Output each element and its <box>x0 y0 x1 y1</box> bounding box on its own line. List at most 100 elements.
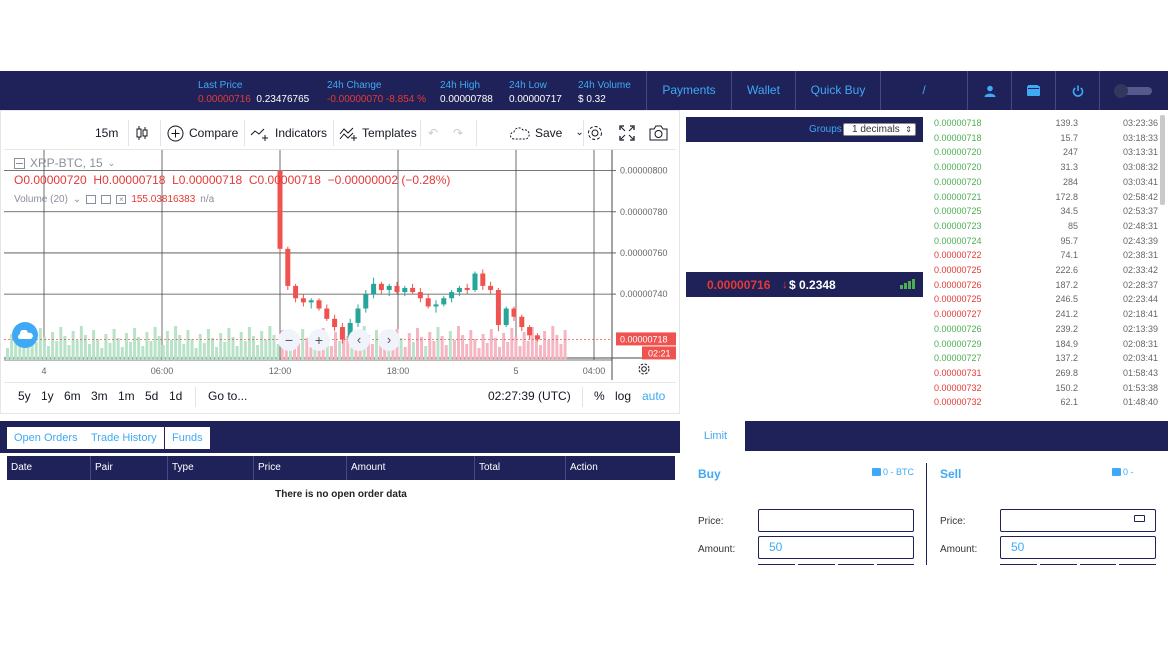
sell-balance[interactable]: 0 - <box>1112 467 1134 477</box>
trade-time: 02:38:31 <box>1122 250 1158 261</box>
x-tick-label: 04:00 <box>583 366 606 376</box>
trade-price: 0.00000725 <box>934 265 982 275</box>
volume-bar <box>518 346 522 360</box>
toggle-knob <box>1114 83 1128 98</box>
indicators-button[interactable]: Indicators <box>250 116 327 150</box>
buy-price-input[interactable] <box>758 509 914 532</box>
trade-time: 03:18:33 <box>1122 132 1158 143</box>
trade-list-scrollbar[interactable] <box>1160 115 1165 205</box>
interval-button[interactable]: 15m <box>95 116 118 150</box>
scroll-right-button[interactable]: › <box>378 329 400 351</box>
volume-bar <box>301 329 305 360</box>
volume-bar <box>112 329 116 360</box>
buy-heading: Buy <box>698 467 721 481</box>
settings-button[interactable] <box>586 116 604 150</box>
collapse-icon[interactable] <box>14 157 25 169</box>
trade-amount: 222.6 <box>1055 265 1078 275</box>
range-6m[interactable]: 6m <box>64 389 81 403</box>
camera-icon <box>649 125 668 141</box>
tab-open-orders[interactable]: Open Orders <box>7 427 85 449</box>
x-tick-label: 06:00 <box>151 366 174 376</box>
candle-body <box>441 298 447 305</box>
buy-balance[interactable]: 0 - BTC <box>872 467 914 477</box>
nav-language[interactable]: / <box>880 71 967 110</box>
buy-amount-input[interactable]: 50 <box>758 536 914 559</box>
trade-row: 0.00000718 139.3 03:23:36 <box>932 117 1158 132</box>
wallet-icon[interactable] <box>1011 71 1055 110</box>
volume-bar <box>243 341 247 360</box>
templates-button[interactable]: Templates <box>339 116 417 150</box>
nav-quick-buy[interactable]: Quick Buy <box>795 71 880 110</box>
chevron-down-icon[interactable]: ⌄ <box>108 158 116 169</box>
sell-amount-input[interactable]: 50 <box>1000 536 1156 559</box>
volume-bar <box>514 337 518 360</box>
zoom-out-button[interactable]: − <box>278 329 300 351</box>
settings-small-icon[interactable] <box>101 195 112 204</box>
tab-funds[interactable]: Funds <box>165 427 210 449</box>
candle-body <box>511 308 517 317</box>
power-icon[interactable] <box>1055 71 1099 110</box>
undo-button[interactable]: ↶ <box>428 116 438 150</box>
range-1m[interactable]: 1m <box>118 389 135 403</box>
fullscreen-button[interactable] <box>619 116 635 150</box>
trade-time: 02:23:44 <box>1122 294 1158 305</box>
theme-toggle[interactable] <box>1099 71 1168 110</box>
chart-symbol[interactable]: XRP-BTC, 15 <box>30 156 103 170</box>
axis-settings-icon[interactable] <box>637 362 651 381</box>
scroll-left-button[interactable]: ‹ <box>348 329 370 351</box>
tradingview-logo[interactable] <box>12 322 38 348</box>
trade-row: 0.00000725 246.5 02:23:44 <box>932 293 1158 308</box>
sell-price-input[interactable] <box>1000 509 1156 532</box>
range-3m[interactable]: 3m <box>91 389 108 403</box>
toggle-track <box>1114 83 1152 98</box>
zoom-in-button[interactable]: + <box>308 329 330 351</box>
x-tick-label: 12:00 <box>269 366 292 376</box>
candle-body <box>371 283 377 295</box>
nav-payments[interactable]: Payments <box>646 71 731 110</box>
groups-select[interactable]: 1 decimals ⇕ <box>843 123 916 136</box>
volume-bar <box>510 328 514 360</box>
y-tick-label: 0.00000800 <box>620 166 668 176</box>
toolbar-divider <box>420 120 421 146</box>
trade-amount: 241.2 <box>1055 309 1078 320</box>
change-label: 24h Change <box>327 80 382 91</box>
save-button[interactable]: Save ⌄ <box>510 116 584 150</box>
volume-bar <box>272 335 276 360</box>
snapshot-button[interactable] <box>649 116 668 150</box>
volume-bar <box>71 331 75 360</box>
candle-icon <box>136 126 148 140</box>
goto-button[interactable]: Go to... <box>208 389 247 403</box>
eye-icon[interactable] <box>86 195 97 204</box>
range-5y[interactable]: 5y <box>18 389 31 403</box>
buy-percent-buttons[interactable] <box>758 564 914 566</box>
chevron-down-icon[interactable]: ⌄ <box>73 194 81 205</box>
volume-bar <box>211 338 214 360</box>
range-1d[interactable]: 1d <box>169 389 182 403</box>
close-icon[interactable]: × <box>116 195 127 204</box>
nav-wallet[interactable]: Wallet <box>731 71 795 110</box>
redo-button[interactable]: ↷ <box>453 116 463 150</box>
compare-button[interactable]: Compare <box>167 116 238 150</box>
volume-bar <box>239 332 243 360</box>
volume-bar <box>543 331 547 360</box>
tab-trade-history[interactable]: Trade History <box>84 427 164 449</box>
utc-clock[interactable]: 02:27:39 (UTC) <box>488 389 571 403</box>
percent-toggle[interactable]: % <box>594 389 605 403</box>
chart-type-button[interactable] <box>134 116 150 150</box>
toolbar-divider <box>244 120 245 146</box>
volume-study-label: Volume (20) <box>14 194 68 205</box>
tab-limit[interactable]: Limit <box>686 421 745 451</box>
range-1y[interactable]: 1y <box>41 389 54 403</box>
last-price-btc: 0.00000716 <box>198 94 251 105</box>
user-icon[interactable] <box>967 71 1011 110</box>
volume-bar <box>38 328 42 360</box>
trade-row: 0.00000731 269.8 01:58:43 <box>932 367 1158 382</box>
candle-body <box>433 304 439 307</box>
trade-amount: 247 <box>1062 147 1078 158</box>
volume-bar <box>256 345 260 360</box>
log-toggle[interactable]: log <box>615 389 631 403</box>
auto-toggle[interactable]: auto <box>642 389 665 403</box>
range-5d[interactable]: 5d <box>145 389 158 403</box>
trade-row: 0.00000724 95.7 02:43:39 <box>932 235 1158 250</box>
sell-percent-buttons[interactable] <box>1000 564 1156 566</box>
